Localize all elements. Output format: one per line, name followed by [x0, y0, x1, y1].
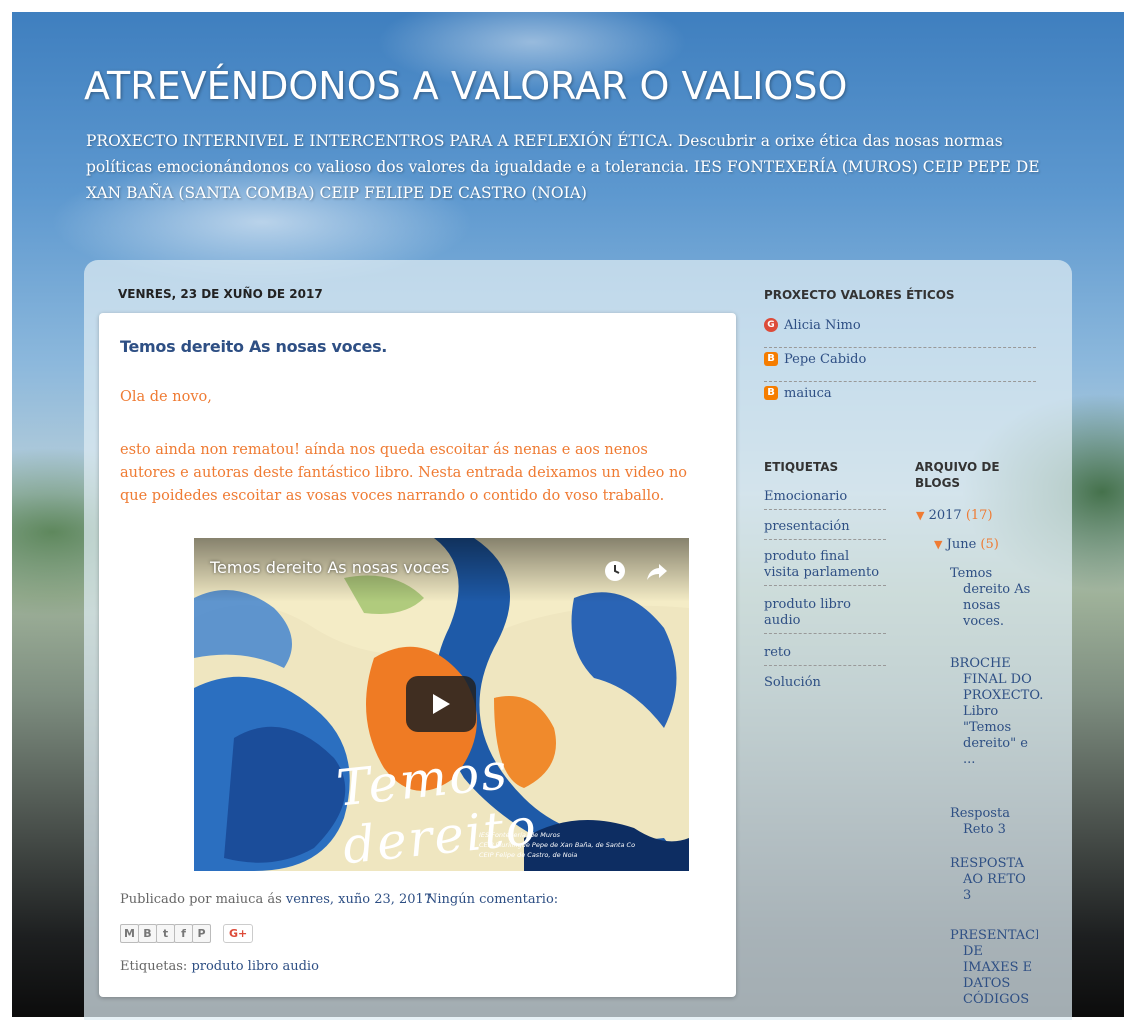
- published-by-text: Publicado por maiuca ás: [120, 892, 282, 907]
- author-name[interactable]: Pepe Cabido: [784, 352, 866, 367]
- post-labels: Etiquetas: produto libro audio: [120, 959, 319, 974]
- blogger-icon: B: [764, 352, 778, 366]
- labels-heading: ETIQUETAS: [764, 460, 839, 474]
- sidebar-label-link[interactable]: presentación: [764, 519, 886, 540]
- google-plus-icon: G: [764, 318, 778, 332]
- comments-link[interactable]: Ningún comentario:: [426, 892, 558, 907]
- post-date-link[interactable]: venres, xuño 23, 2017: [286, 892, 432, 907]
- collapse-triangle-icon[interactable]: ▼: [934, 538, 942, 551]
- archive-post-link[interactable]: BROCHE FINAL DO PROXECTO. Libro "Temos d…: [950, 656, 1043, 768]
- share-buttons: MBtfP G+: [120, 924, 254, 944]
- video-credit: CEIP Plurilingüe Pepe de Xan Baña, de Sa…: [479, 841, 636, 849]
- sidebar-label-link[interactable]: Emocionario: [764, 489, 886, 510]
- archive-post-link[interactable]: PRESENTACIÓN DE IMAXES E DATOS CÓDIGOS: [950, 928, 1038, 1016]
- archive-year[interactable]: ▼ 2017 (17): [916, 508, 993, 524]
- post-card: Temos dereito As nosas voces. Ola de nov…: [99, 313, 736, 997]
- post-paragraph: esto ainda non rematou! aínda nos queda …: [120, 442, 688, 504]
- blogger-icon: B: [764, 386, 778, 400]
- post-title[interactable]: Temos dereito As nosas voces.: [120, 337, 387, 356]
- archive-month-label[interactable]: June: [947, 537, 977, 552]
- watch-later-icon[interactable]: [604, 560, 626, 582]
- archive-year-label[interactable]: 2017: [929, 508, 962, 523]
- author-item[interactable]: B maiuca: [764, 382, 1036, 416]
- date-header: VENRES, 23 DE XUÑO DE 2017: [118, 287, 323, 301]
- video-credit: IES Fontexería, de Muros: [479, 831, 560, 839]
- pinterest-share-button[interactable]: P: [192, 924, 211, 943]
- video-player[interactable]: Temos dereito As nosas voces Temos derei…: [194, 538, 689, 871]
- email-share-button[interactable]: M: [120, 924, 139, 943]
- collapse-triangle-icon[interactable]: ▼: [916, 509, 924, 522]
- blog-description: PROXECTO INTERNIVEL E INTERCENTROS PARA …: [86, 132, 1040, 202]
- sidebar-label-link[interactable]: reto: [764, 645, 886, 666]
- facebook-share-button[interactable]: f: [174, 924, 193, 943]
- archive-post-link[interactable]: RESPOSTA AO RETO 3: [950, 856, 1038, 904]
- author-item[interactable]: B Pepe Cabido: [764, 348, 1036, 382]
- sidebar-label-link[interactable]: produto libro audio: [764, 597, 886, 634]
- sidebar-label-link[interactable]: produto final visita parlamento: [764, 549, 886, 586]
- archive-month[interactable]: ▼ June (5): [934, 537, 999, 553]
- archive-month-count: (5): [980, 537, 999, 552]
- google-plus-button[interactable]: G+: [223, 924, 254, 943]
- blog-this-button[interactable]: B: [138, 924, 157, 943]
- archive-heading: ARQUIVO DE BLOGS: [915, 460, 1000, 490]
- video-credit: CEIP Felipe de Castro, de Noia: [479, 851, 578, 859]
- video-title[interactable]: Temos dereito As nosas voces: [210, 558, 449, 577]
- author-name[interactable]: maiuca: [784, 386, 832, 401]
- author-name[interactable]: Alicia Nimo: [784, 318, 861, 333]
- play-button[interactable]: [406, 676, 476, 732]
- post-paragraph: Ola de novo,: [120, 389, 212, 405]
- archive-post-link[interactable]: Temos dereito As nosas voces.: [950, 566, 1038, 630]
- share-icon[interactable]: [646, 562, 668, 582]
- post-footer: Publicado por maiuca ás venres, xuño 23,…: [120, 892, 432, 907]
- label-link[interactable]: produto libro audio: [191, 959, 318, 974]
- sidebar-label-link[interactable]: Solución: [764, 675, 886, 695]
- archive-post-link[interactable]: Resposta Reto 3: [950, 806, 1038, 838]
- archive-year-count: (17): [965, 508, 993, 523]
- blog-title[interactable]: ATREVÉNDONOS A VALORAR O VALIOSO: [84, 64, 847, 108]
- author-item[interactable]: G Alicia Nimo: [764, 314, 1036, 348]
- video-credits: IES Fontexería, de Muros CEIP Plurilingü…: [479, 830, 635, 860]
- play-icon: [433, 694, 450, 714]
- authors-heading: PROXECTO VALORES ÉTICOS: [764, 288, 955, 302]
- labels-prefix: Etiquetas:: [120, 959, 188, 974]
- twitter-share-button[interactable]: t: [156, 924, 175, 943]
